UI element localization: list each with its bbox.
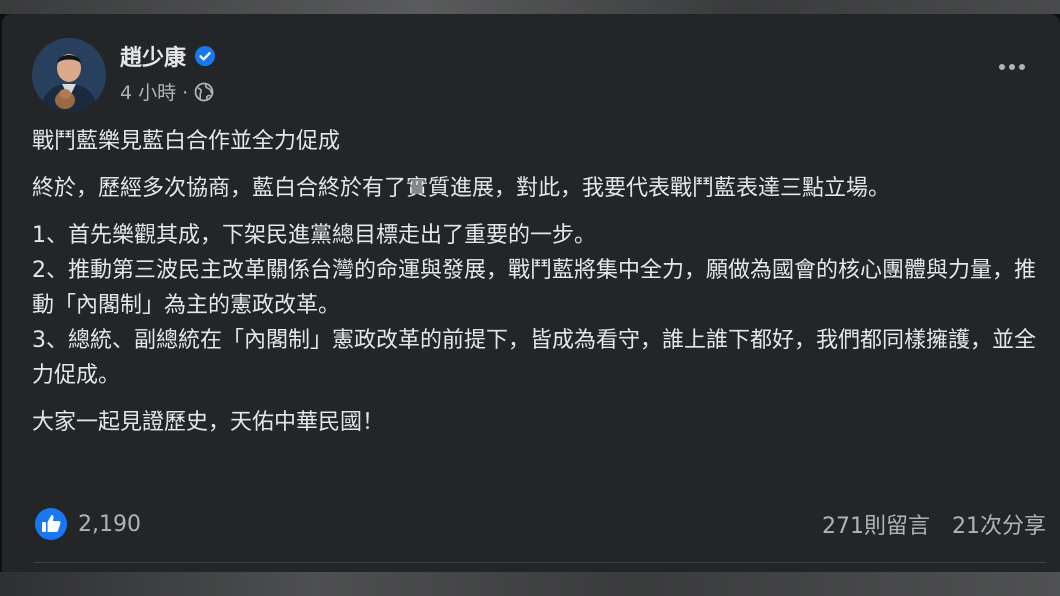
author-row: 趙少康: [120, 40, 216, 72]
like-count: 2,190: [78, 511, 141, 537]
engagement-stats: 271則留言 21次分享: [822, 508, 1046, 540]
post-footer: 2,190 271則留言 21次分享: [34, 504, 1046, 544]
reactions-summary[interactable]: 2,190: [34, 507, 141, 541]
comment-count-link[interactable]: 271則留言: [822, 508, 930, 540]
post-point-1: 1、首先樂觀其成，下架民進黨總目標走出了重要的一步。: [32, 223, 596, 248]
verified-badge-icon: [195, 46, 216, 66]
post-meta: 4 小時 ·: [120, 78, 214, 105]
post-point-2: 2、推動第三波民主改革關係台灣的命運與發展，戰鬥藍將集中全力，願做為國會的核心團…: [32, 258, 1037, 318]
background-strip-bottom: [0, 572, 1060, 596]
background-strip-top: [0, 0, 1060, 14]
facebook-post-card: 趙少康 4 小時 · 戰鬥藍樂見藍白合作並全力促成 終於，歷經多次協商，藍白合終…: [2, 14, 1060, 572]
post-paragraph: 終於，歷經多次協商，藍白合終於有了實質進展，對此，我要代表戰鬥藍表達三點立場。: [32, 176, 891, 201]
avatar-photo: [32, 38, 106, 112]
author-name[interactable]: 趙少康: [120, 40, 186, 72]
footer-divider: [34, 562, 1046, 563]
like-reaction-icon: [35, 508, 67, 540]
more-options-icon: [999, 64, 1005, 70]
post-title-line: 戰鬥藍樂見藍白合作並全力促成: [32, 129, 341, 154]
post-content: 戰鬥藍樂見藍白合作並全力促成 終於，歷經多次協商，藍白合終於有了實質進展，對此，…: [32, 124, 1042, 440]
post-timestamp[interactable]: 4 小時 ·: [120, 78, 188, 105]
share-count-link[interactable]: 21次分享: [952, 508, 1046, 540]
globe-icon: [194, 82, 214, 101]
post-point-3: 3、總統、副總統在「內閣制」憲政改革的前提下，皆成為看守，誰上誰下都好，我們都同…: [32, 328, 1037, 388]
post-closing-line: 大家一起見證歷史，天佑中華民國！: [32, 410, 385, 435]
more-options-button[interactable]: [992, 54, 1032, 80]
author-avatar[interactable]: [32, 38, 106, 112]
